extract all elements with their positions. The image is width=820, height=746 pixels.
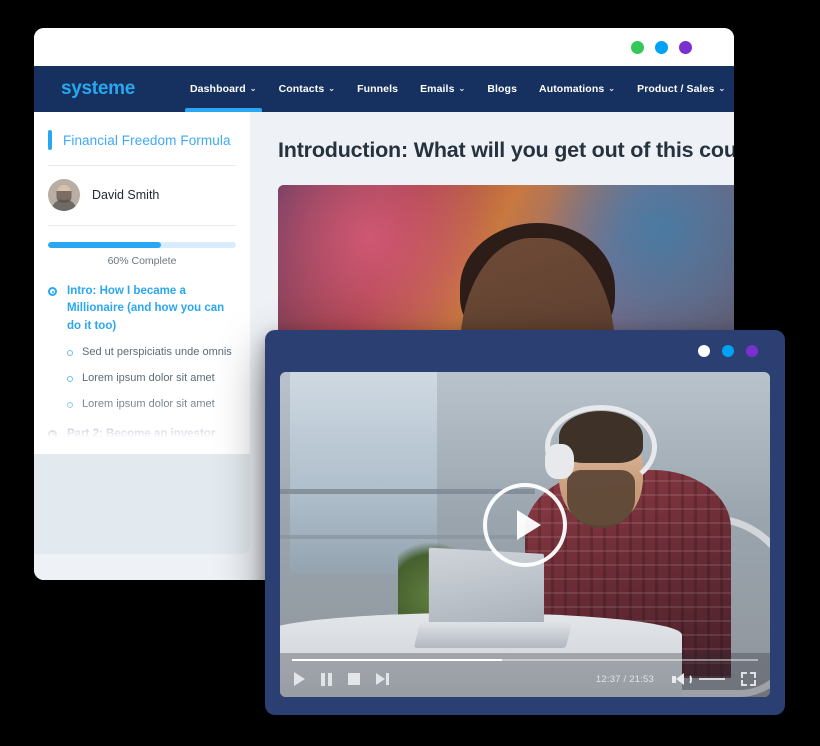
sublesson-label: Lorem ipsum dolor sit amet: [82, 372, 215, 385]
lesson-list: Intro: How I became a Millionaire (and h…: [34, 283, 250, 454]
chevron-down-icon: ⌄: [608, 83, 616, 93]
play-button[interactable]: [294, 672, 305, 686]
sidebar-card: Financial Freedom Formula David Smith 60…: [34, 112, 250, 454]
section-part-2[interactable]: Part 2: Become an investor (businesses, …: [48, 426, 236, 454]
video-dot-blue[interactable]: [722, 345, 734, 357]
nav-label-dashboard: Dashboard: [190, 83, 246, 95]
fullscreen-icon-bl: [741, 680, 747, 686]
video-screen[interactable]: 12:37 / 21:53: [280, 372, 770, 697]
chevron-down-icon: ⌄: [328, 83, 336, 93]
nav-items: Dashboard ⌄ Contacts ⌄ Funnels Emails ⌄ …: [179, 66, 734, 112]
progress-fill: [48, 242, 161, 248]
video-laptop-base: [413, 622, 573, 649]
progress-label: 60% Complete: [107, 255, 177, 267]
volume-wave-icon: [685, 673, 692, 685]
window-dot-green[interactable]: [631, 40, 644, 54]
skip-next-bar: [386, 673, 389, 685]
time-display: 12:37 / 21:53: [595, 673, 654, 685]
list-item[interactable]: Sed ut perspiciatis unde omnis: [48, 345, 236, 360]
fullscreen-icon-tr: [750, 672, 756, 678]
nav-item-emails[interactable]: Emails ⌄: [409, 66, 476, 112]
pause-button[interactable]: [321, 672, 332, 686]
volume-slider[interactable]: [699, 678, 725, 680]
fullscreen-icon-br: [750, 680, 756, 686]
stop-button[interactable]: [348, 673, 360, 685]
avatar-beard: [56, 191, 72, 203]
video-dot-purple[interactable]: [746, 345, 758, 357]
nav-item-contacts[interactable]: Contacts ⌄: [268, 66, 347, 112]
divider: [48, 225, 236, 226]
nav-label-contacts: Contacts: [278, 83, 325, 95]
list-item[interactable]: Lorem ipsum dolor sit amet: [48, 371, 236, 386]
volume-button[interactable]: [672, 673, 725, 685]
play-icon: [294, 672, 305, 686]
nav-label-blogs: Blogs: [487, 83, 518, 95]
nav-item-funnels[interactable]: Funnels: [346, 66, 409, 112]
stop-icon: [348, 673, 360, 685]
section-title-part-2: Part 2: Become an investor (businesses, …: [67, 427, 216, 454]
video-dot-white[interactable]: [698, 345, 710, 357]
sublesson-list-intro: Sed ut perspiciatis unde omnis Lorem ips…: [48, 345, 236, 412]
window-dot-blue[interactable]: [655, 40, 668, 54]
nav-label-funnels: Funnels: [357, 83, 399, 95]
volume-icon: [676, 673, 684, 685]
sublesson-bullet-icon: [67, 402, 73, 409]
nav-item-dashboard[interactable]: Dashboard ⌄: [179, 66, 268, 112]
sidebar-footer-panel: [34, 454, 250, 554]
page-title: Introduction: What will you get out of t…: [278, 138, 734, 162]
progress-section: 60% Complete: [34, 242, 250, 267]
systeme-logo[interactable]: systeme: [61, 78, 179, 100]
nav-label-product-sales: Product / Sales: [637, 83, 715, 95]
user-row: David Smith: [34, 166, 250, 211]
chevron-down-icon: ⌄: [718, 83, 726, 93]
video-titlebar: [265, 330, 785, 372]
section-title-intro: Intro: How I became a Millionaire (and h…: [67, 285, 225, 332]
play-icon: [516, 509, 541, 540]
play-overlay-button[interactable]: [483, 482, 567, 567]
progress-track: [48, 242, 236, 248]
user-name: David Smith: [92, 188, 160, 202]
sublesson-bullet-icon: [67, 350, 73, 357]
headphone-earcup: [544, 443, 574, 480]
next-button[interactable]: [376, 673, 389, 685]
chevron-down-icon: ⌄: [458, 83, 466, 93]
top-navigation-bar: systeme Dashboard ⌄ Contacts ⌄ Funnels E…: [34, 66, 734, 112]
course-sidebar: Financial Freedom Formula David Smith 60…: [34, 112, 250, 580]
list-item[interactable]: Lorem ipsum dolor sit amet: [48, 397, 236, 412]
course-title-row: Financial Freedom Formula: [34, 130, 250, 150]
fullscreen-button[interactable]: [741, 672, 756, 686]
section-bullet-icon: [48, 287, 57, 296]
nav-label-emails: Emails: [420, 83, 455, 95]
nav-item-product-sales[interactable]: Product / Sales ⌄: [626, 66, 734, 112]
sublesson-bullet-icon: [67, 376, 73, 383]
video-player-window: 12:37 / 21:53: [265, 330, 785, 715]
nav-item-automations[interactable]: Automations ⌄: [528, 66, 626, 112]
screenshot-stage: systeme Dashboard ⌄ Contacts ⌄ Funnels E…: [0, 0, 820, 746]
accent-bar: [48, 130, 52, 150]
sublesson-label: Sed ut perspiciatis unde omnis: [82, 346, 232, 359]
section-bullet-icon: [48, 429, 57, 439]
nav-label-automations: Automations: [539, 83, 605, 95]
nav-item-blogs[interactable]: Blogs: [476, 66, 528, 112]
browser-titlebar: [34, 28, 734, 66]
course-title[interactable]: Financial Freedom Formula: [63, 133, 231, 148]
fullscreen-icon: [741, 672, 747, 678]
avatar: [48, 179, 80, 211]
pause-icon: [321, 672, 332, 686]
skip-next-icon: [376, 673, 385, 685]
section-intro[interactable]: Intro: How I became a Millionaire (and h…: [48, 283, 236, 335]
window-dot-purple[interactable]: [679, 40, 692, 54]
sublesson-label: Lorem ipsum dolor sit amet: [82, 398, 215, 411]
control-row: 12:37 / 21:53: [280, 661, 770, 697]
chevron-down-icon: ⌄: [249, 83, 257, 93]
video-controls-bar: 12:37 / 21:53: [280, 653, 770, 697]
